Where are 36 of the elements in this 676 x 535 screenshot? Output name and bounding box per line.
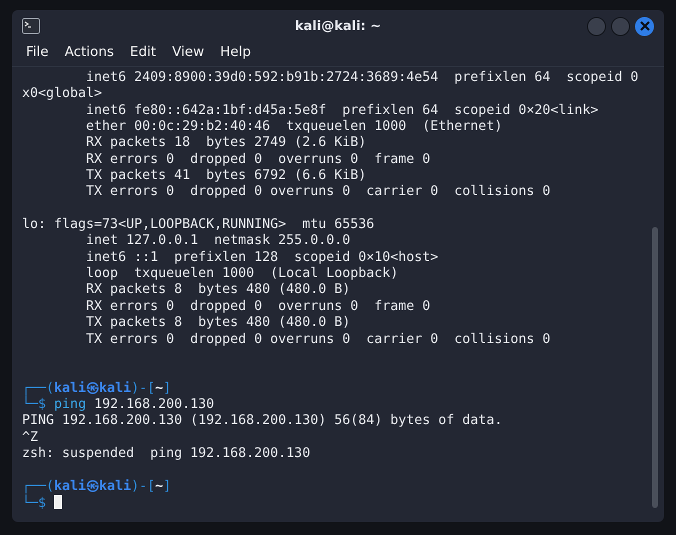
terminal-line: inet6 ::1 prefixlen 128 scopeid 0×10<host> [85,250,440,266]
terminal-line: RX errors 0 dropped 0 overruns 0 frame 0 [85,152,432,168]
scrollbar-thumb[interactable] [652,227,658,508]
terminal-line: TX packets 41 bytes 6792 (6.6 KiB) [85,168,368,184]
terminal-line: x0<global> [22,86,104,103]
terminal-line: RX packets 8 bytes 480 (480.0 B) [85,282,352,299]
terminal-line: inet 127.0.0.1 netmask 255.0.0.0 [85,233,352,250]
window-title: kali@kali: ~ [294,18,382,34]
text-cursor[interactable] [54,494,62,509]
menu-item[interactable]: Actions [64,44,114,60]
terminal-line: PING 192.168.200.130 (192.168.200.130) 56(84) bytes of data. [22,413,504,430]
terminal-line: loop txqueuelen 1000 (Local Loopback) [85,266,400,282]
terminal-line: inet6 fe80::642a:1bf:d45a:5e8f prefixlen 64 scopeid 0×20<link> [85,102,600,120]
maximize-button[interactable] [611,16,630,36]
close-button[interactable] [635,16,654,36]
terminal-line: TX errors 0 dropped 0 overruns 0 carrier 0 collisions 0 [85,184,552,201]
prompt-line: ┌──(kali㉿kali)-[~] [22,478,172,494]
command-line: └─$ ping 192.168.200.130 [22,396,216,414]
terminal-line: zsh: suspended ping 192.168.200.130 [22,446,312,462]
terminal-line: RX errors 0 dropped 0 overruns 0 frame 0 [85,298,432,316]
terminal-icon [22,18,40,34]
terminal-line: TX errors 0 dropped 0 overruns 0 carrier 0 collisions 0 [85,332,552,348]
close-icon [640,21,650,31]
terminal-line: TX packets 8 bytes 480 (480.0 B) [85,315,352,332]
terminal-line: inet6 2409:8900:39d0:592:b91b:2724:3689:4e54 prefixlen 64 scopeid 0 [85,70,640,86]
terminal-line: ^Z [22,430,40,446]
menu-item[interactable]: View [172,44,204,60]
menu-item[interactable]: Edit [130,44,156,60]
minimize-button[interactable] [587,16,606,36]
terminal-line: lo: flags=73<UP,LOOPBACK,RUNNING> mtu 65536 [22,217,376,234]
menu-item[interactable]: Help [220,44,251,60]
terminal-line: RX packets 18 bytes 2749 (2.6 KiB) [85,135,368,152]
prompt-line: ┌──(kali㉿kali)-[~] [22,380,172,396]
terminal-line: ether 00:0c:29:b2:40:46 txqueuelen 1000 (Ethernet) [85,119,504,136]
prompt-sign: └─$ [22,496,46,511]
menu-item[interactable]: File [26,44,49,60]
